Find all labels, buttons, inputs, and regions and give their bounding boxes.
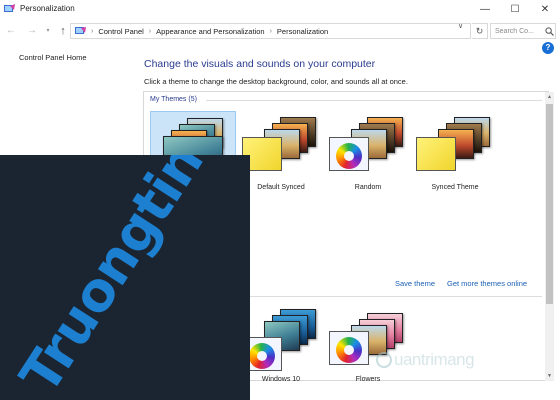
address-bar[interactable]: › Control Panel › Appearance and Persona… (70, 23, 471, 39)
close-button[interactable]: ✕ (530, 0, 560, 19)
theme-item-windows-10[interactable] (238, 303, 324, 383)
breadcrumb-separator-icon: › (148, 27, 152, 35)
theme-item-flowers[interactable] (325, 303, 411, 383)
breadcrumb-appearance[interactable]: Appearance and Personalization (156, 27, 264, 36)
scroll-thumb[interactable] (546, 104, 553, 304)
breadcrumb-separator-icon: › (91, 27, 94, 35)
my-themes-header[interactable]: My Themes (5) (150, 96, 197, 103)
help-icon[interactable]: ? (542, 42, 554, 54)
theme-color-swatch (329, 331, 369, 365)
page-heading: Change the visuals and sounds on your co… (144, 58, 376, 70)
watermark-logo-icon (376, 352, 392, 368)
save-theme-link[interactable]: Save theme (395, 279, 435, 288)
recent-locations-chevron-icon[interactable]: ▾ (42, 24, 54, 38)
control-panel-home-link[interactable]: Control Panel Home (19, 53, 87, 62)
personalization-app-icon (4, 4, 15, 12)
color-wheel-icon (249, 343, 275, 369)
theme-label: Synced Theme (431, 184, 479, 191)
section-divider (235, 296, 542, 297)
navigation-bar: ← → ▾ ↑ › Control Panel › Appearance and… (0, 20, 560, 42)
search-input[interactable]: Search Co... (495, 28, 543, 35)
theme-item-synced-theme[interactable] (412, 111, 498, 191)
scroll-down-arrow-icon[interactable]: ▼ (545, 371, 554, 381)
window-title: Personalization (20, 4, 75, 13)
search-icon[interactable] (545, 26, 554, 36)
theme-color-swatch (329, 137, 369, 171)
address-dropdown-icon[interactable]: ∨ (458, 22, 463, 30)
watermark-logo: uantrimang (376, 350, 475, 370)
page-subtitle: Click a theme to change the desktop back… (144, 77, 408, 86)
theme-label: Flowers (355, 376, 381, 383)
control-panel-icon (75, 26, 86, 34)
back-arrow-icon[interactable]: ← (5, 24, 17, 38)
theme-label: Default Synced (257, 184, 305, 191)
theme-item-default-synced[interactable] (238, 111, 324, 191)
theme-color-swatch (416, 137, 456, 171)
breadcrumb-personalization[interactable]: Personalization (277, 27, 328, 36)
vertical-scrollbar[interactable]: ▲ ▼ (545, 92, 554, 381)
minimize-button[interactable]: — (470, 0, 500, 19)
search-box[interactable]: Search Co... (490, 23, 556, 39)
section-divider (206, 100, 542, 101)
watermark-text: Truongtin.top (8, 155, 226, 400)
scroll-up-arrow-icon[interactable]: ▲ (545, 92, 554, 102)
breadcrumb-separator-icon: › (269, 27, 272, 35)
color-wheel-icon (336, 143, 362, 169)
up-arrow-icon[interactable]: ↑ (57, 24, 69, 38)
get-more-themes-link[interactable]: Get more themes online (447, 279, 527, 288)
forward-arrow-icon[interactable]: → (26, 24, 38, 38)
maximize-button[interactable]: ☐ (500, 0, 530, 19)
watermark-logo-text: uantrimang (394, 350, 475, 369)
refresh-icon[interactable]: ↻ (472, 23, 488, 39)
breadcrumb-control-panel[interactable]: Control Panel (98, 27, 143, 36)
watermark-overlay: Truongtin.top (0, 155, 250, 400)
color-wheel-icon (336, 337, 362, 363)
title-bar: Personalization — ☐ ✕ (0, 0, 560, 19)
theme-item-random[interactable] (325, 111, 411, 191)
theme-label: Random (354, 184, 382, 191)
theme-label: Windows 10 (261, 376, 301, 383)
